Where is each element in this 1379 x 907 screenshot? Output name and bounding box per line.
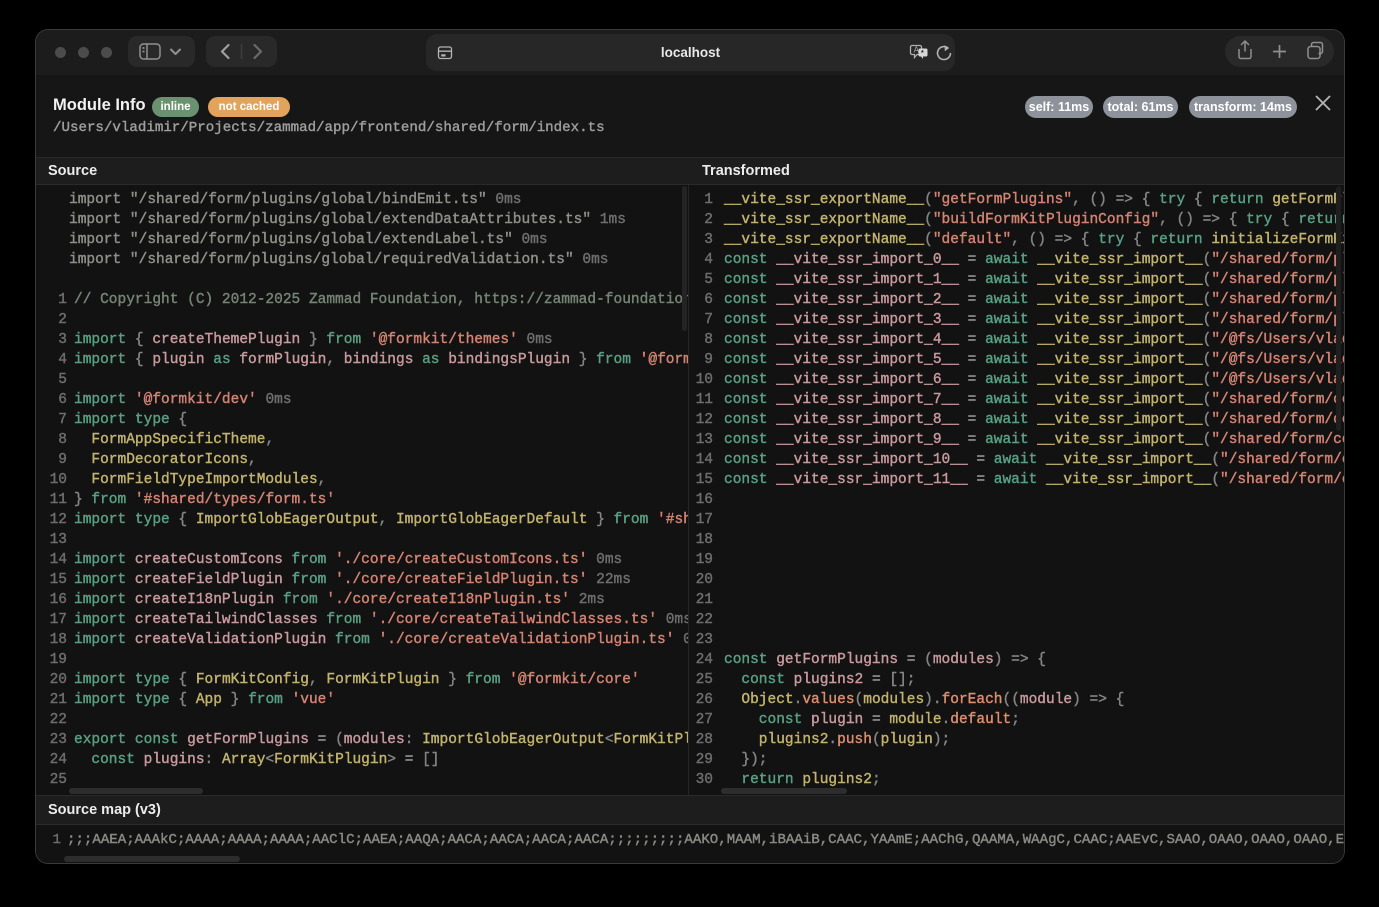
svg-text:*: * (921, 50, 924, 57)
